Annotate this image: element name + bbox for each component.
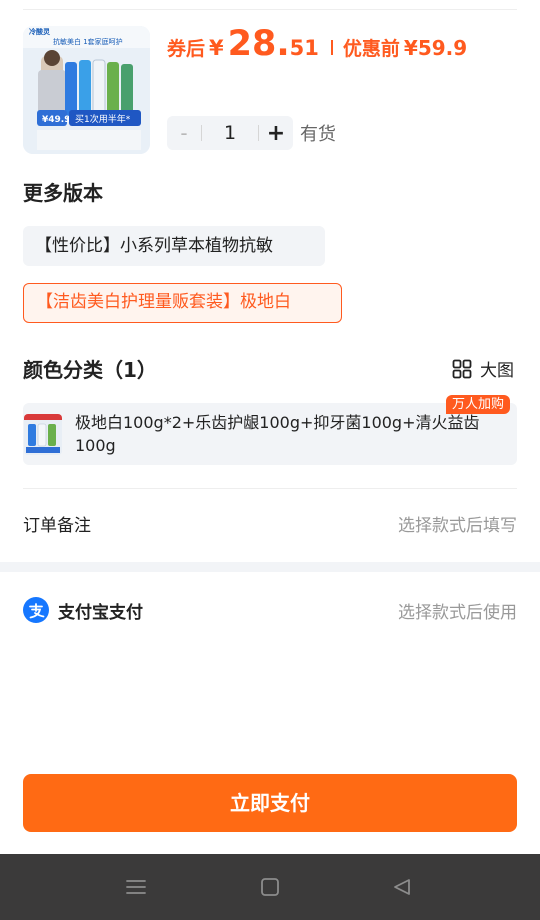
payment-method-hint[interactable]: 选择款式后使用 — [398, 598, 517, 623]
system-navigation-bar — [0, 854, 540, 920]
price-label: 券后 — [167, 38, 206, 60]
home-square-icon[interactable] — [255, 874, 285, 900]
big-view-label: 大图 — [480, 361, 514, 381]
alipay-icon — [23, 597, 49, 623]
grid-icon — [452, 359, 472, 378]
quantity-value[interactable]: 1 — [202, 122, 258, 144]
quantity-stepper[interactable]: - 1 + — [167, 116, 293, 150]
currency-symbol: ¥ — [209, 36, 224, 60]
decrement-button[interactable]: - — [167, 121, 201, 145]
menu-icon[interactable] — [121, 874, 151, 900]
thumb-offer: 买1次用半年* — [75, 113, 131, 125]
color-section-title: 颜色分类（1） — [23, 358, 157, 382]
color-variant-option[interactable]: 极地白100g*2+乐齿护龈100g+抑牙菌100g+清火益齿100g — [23, 403, 517, 465]
version-option[interactable]: 【性价比】小系列草本植物抗敏 — [23, 226, 325, 266]
thumb-price: ¥49.9 — [42, 115, 70, 125]
original-price-label: 优惠前 — [342, 38, 400, 60]
price-separator — [330, 40, 333, 55]
order-note-field[interactable]: 选择款式后填写 — [398, 511, 517, 536]
section-divider — [23, 488, 517, 489]
product-image: 冷酸灵 抗敏美白 1套家庭呵护 ¥49.9 买1次用半年* — [23, 26, 150, 154]
payment-method-label[interactable]: 支付宝支付 — [58, 598, 143, 623]
section-gap — [0, 562, 540, 572]
hot-badge: 万人加购 — [446, 395, 511, 414]
variant-label: 极地白100g*2+乐齿护龈100g+抑牙菌100g+清火益齿100g — [75, 413, 480, 455]
original-price: ¥59.9 — [403, 36, 468, 60]
order-note-label: 订单备注 — [23, 516, 91, 536]
thumb-brand: 冷酸灵 — [29, 27, 51, 36]
increment-button[interactable]: + — [259, 121, 293, 146]
back-triangle-icon[interactable] — [387, 874, 417, 900]
product-thumbnail[interactable]: 冷酸灵 抗敏美白 1套家庭呵护 ¥49.9 买1次用半年* — [23, 26, 150, 154]
price-decimal: 51 — [289, 36, 319, 60]
price-integer: 28. — [227, 24, 290, 64]
variant-thumbnail — [24, 414, 62, 455]
pay-now-button[interactable]: 立即支付 — [23, 774, 517, 832]
price-row: 券后 ¥ 28. 51 优惠前 ¥59.9 — [167, 24, 467, 68]
versions-title: 更多版本 — [23, 181, 103, 205]
stock-status: 有货 — [300, 124, 336, 145]
thumb-headline: 抗敏美白 1套家庭呵护 — [53, 37, 123, 46]
big-view-toggle[interactable]: 大图 — [452, 356, 514, 381]
version-option-selected[interactable]: 【洁齿美白护理量贩套装】极地白 — [23, 283, 342, 323]
top-divider — [23, 9, 517, 10]
